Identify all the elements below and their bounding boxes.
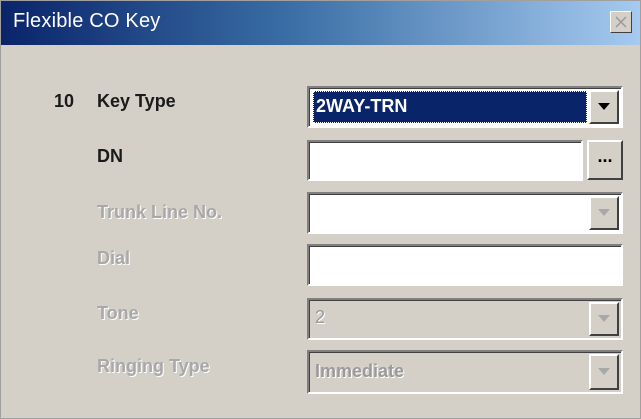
close-icon [615, 16, 627, 28]
ringing-type-dropdown-button[interactable] [589, 354, 619, 390]
tone-dropdown-button[interactable] [589, 302, 619, 336]
key-type-label: Key Type [97, 91, 176, 111]
flexible-co-key-dialog: Flexible CO Key 10 Key Type 2WAY-TRN DN … [0, 0, 641, 419]
chevron-down-icon [598, 103, 610, 110]
trunk-line-no-select[interactable] [307, 192, 623, 234]
tone-value: 2 [315, 307, 326, 327]
key-type-dropdown-button[interactable] [589, 90, 619, 124]
dn-input[interactable] [307, 140, 583, 181]
trunk-line-no-dropdown-button[interactable] [589, 196, 619, 230]
key-type-selected-value: 2WAY-TRN [313, 91, 587, 123]
chevron-down-icon [598, 315, 610, 322]
trunk-line-no-label: Trunk Line No. [97, 202, 223, 222]
key-number: 10 [54, 91, 75, 111]
ringing-type-value: Immediate [315, 361, 405, 381]
dn-browse-button[interactable]: ... [587, 140, 623, 180]
ringing-type-label: Ringing Type [97, 356, 210, 376]
tone-select[interactable]: 2 [307, 298, 623, 340]
dial-input[interactable] [307, 244, 623, 286]
dn-label: DN [97, 146, 123, 166]
chevron-down-icon [598, 209, 610, 216]
key-type-select[interactable]: 2WAY-TRN [307, 86, 623, 128]
ringing-type-select[interactable]: Immediate [307, 350, 623, 394]
dial-label: Dial [97, 248, 131, 268]
tone-label: Tone [97, 303, 139, 323]
window-title: Flexible CO Key [13, 10, 161, 32]
title-bar[interactable]: Flexible CO Key [1, 1, 640, 45]
chevron-down-icon [598, 368, 610, 375]
close-button[interactable] [610, 11, 632, 33]
